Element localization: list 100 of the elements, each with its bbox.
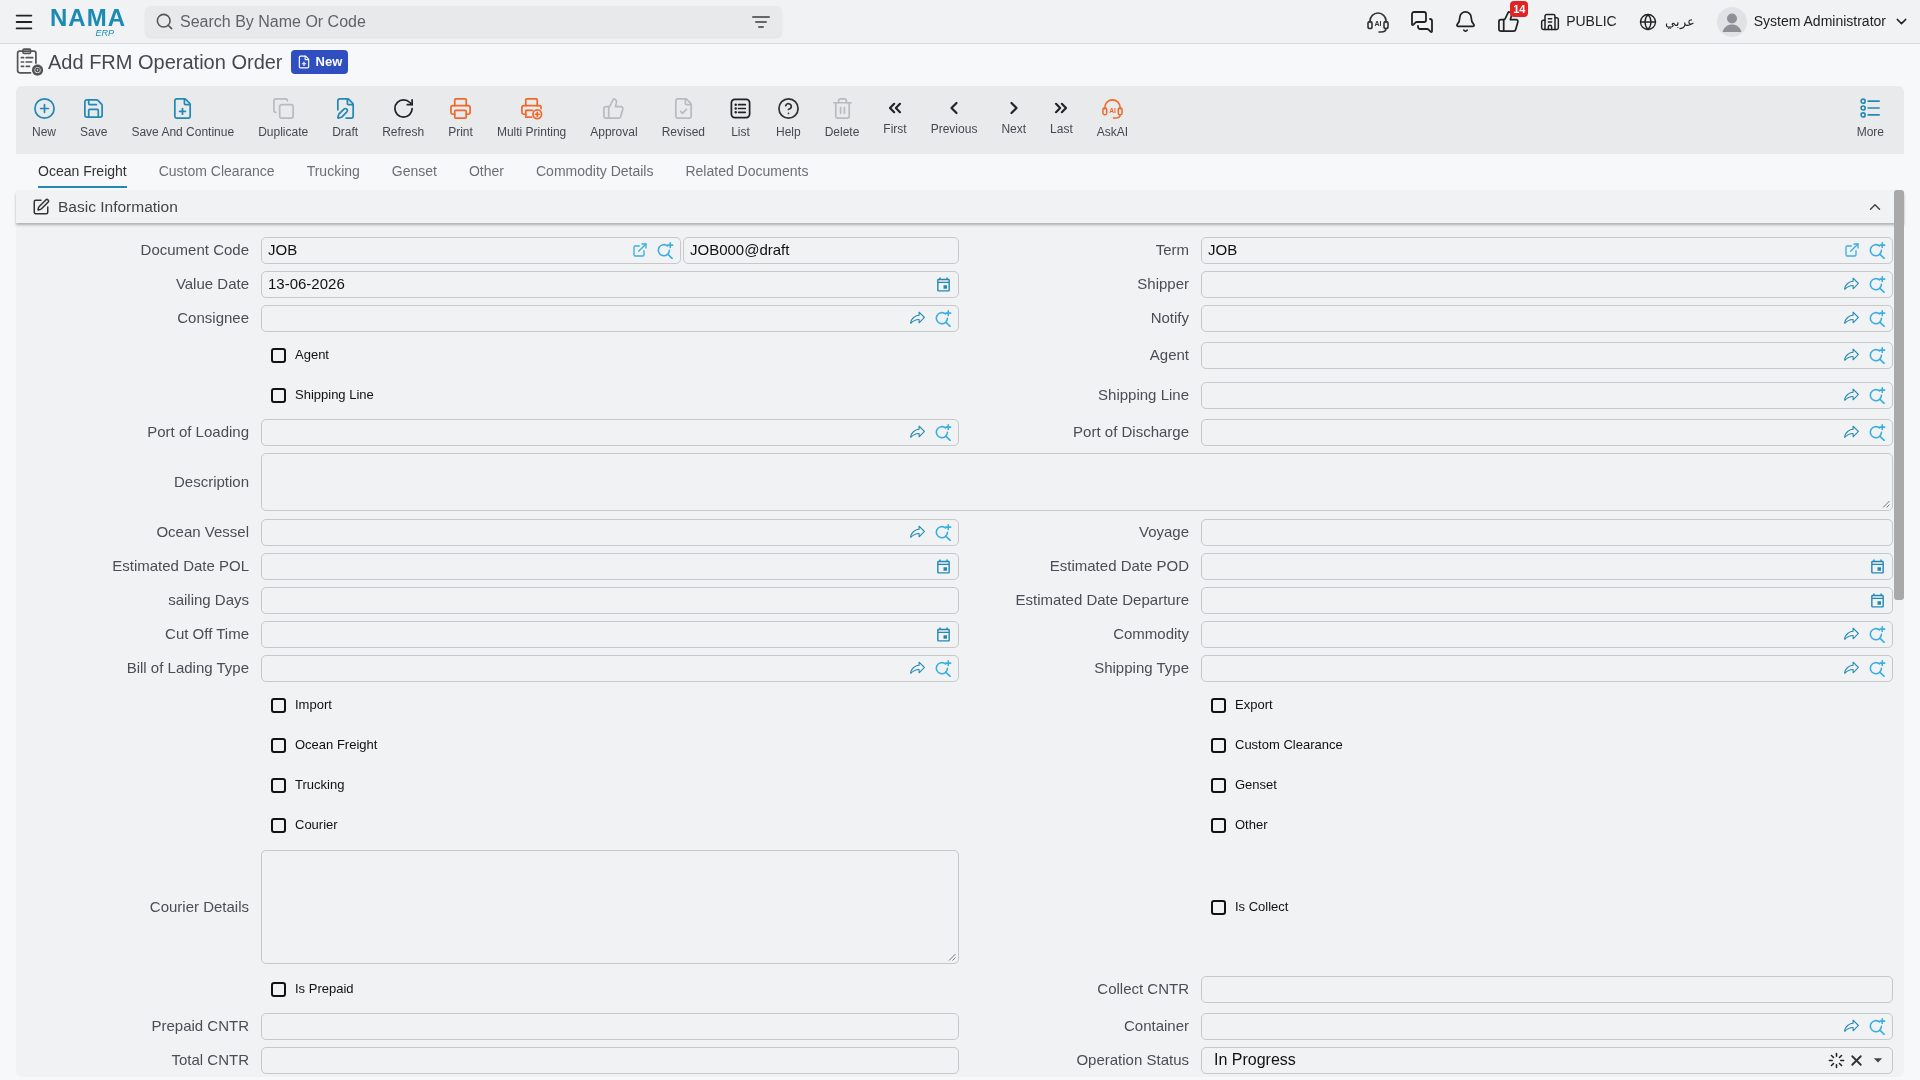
search-plus-icon[interactable] [1869, 275, 1886, 293]
bell-icon[interactable] [1454, 10, 1478, 33]
share-arrow-icon[interactable] [1843, 625, 1860, 643]
toolbar-button[interactable]: Draft [320, 86, 371, 154]
text-field[interactable] [261, 1012, 959, 1040]
toolbar-button[interactable]: Previous [918, 86, 990, 154]
date-field[interactable] [261, 620, 959, 648]
text-area[interactable] [261, 850, 959, 964]
chat-icon[interactable] [1410, 9, 1435, 34]
search-plus-icon[interactable] [935, 523, 952, 541]
lookup-field[interactable] [1201, 304, 1893, 332]
toolbar-button[interactable]: Next [989, 86, 1039, 154]
tab[interactable]: Commodity Details [536, 154, 654, 188]
tab[interactable]: Trucking [306, 154, 360, 188]
calendar-icon[interactable] [1869, 591, 1886, 609]
checkbox[interactable] [271, 347, 286, 363]
search-plus-icon[interactable] [1869, 346, 1886, 364]
filter-icon[interactable] [752, 15, 770, 28]
calendar-icon[interactable] [935, 275, 952, 293]
toolbar-button[interactable]: Help [764, 86, 813, 154]
lookup-field[interactable] [1201, 270, 1893, 298]
calendar-icon[interactable] [935, 625, 952, 643]
tab[interactable]: Related Documents [685, 154, 809, 188]
date-field[interactable]: 13-06-2026 [261, 270, 959, 298]
checkbox[interactable] [1211, 777, 1226, 793]
checkbox[interactable] [271, 697, 286, 713]
lookup-field[interactable]: JOB [1201, 236, 1893, 264]
share-arrow-icon[interactable] [909, 423, 926, 441]
tab[interactable]: Genset [391, 154, 437, 188]
toolbar-button[interactable]: More [1844, 86, 1896, 154]
checkbox[interactable] [1211, 697, 1226, 713]
search-plus-icon[interactable] [935, 309, 952, 327]
checkbox[interactable] [271, 737, 286, 753]
search-plus-icon[interactable] [1869, 625, 1886, 643]
lookup-field[interactable] [1201, 341, 1893, 369]
date-field[interactable] [1201, 586, 1893, 614]
checkbox[interactable] [271, 777, 286, 793]
search-plus-icon[interactable] [1869, 386, 1886, 404]
text-field[interactable] [261, 1046, 959, 1074]
search-plus-icon[interactable] [1869, 423, 1886, 441]
lookup-field[interactable] [261, 418, 959, 446]
lookup-field[interactable]: JOB [261, 236, 681, 264]
search-plus-icon[interactable] [1869, 659, 1886, 677]
toolbar-button[interactable]: List [717, 86, 764, 154]
search-plus-icon[interactable] [1869, 241, 1886, 259]
share-arrow-icon[interactable] [1843, 346, 1860, 364]
company-selector[interactable]: PUBLIC [1540, 11, 1617, 32]
checkbox[interactable] [271, 981, 286, 997]
toolbar-button[interactable]: Multi Printing [484, 86, 579, 154]
calendar-icon[interactable] [935, 557, 952, 575]
search-plus-icon[interactable] [935, 423, 952, 441]
text-area[interactable] [261, 453, 1893, 511]
lookup-field[interactable] [1201, 1012, 1893, 1040]
search-plus-icon[interactable] [657, 241, 674, 259]
resize-grip-icon[interactable] [948, 953, 956, 961]
share-arrow-icon[interactable] [1843, 423, 1860, 441]
checkbox[interactable] [271, 817, 286, 833]
toolbar-button[interactable]: Save And Continue [119, 86, 247, 154]
share-arrow-icon[interactable] [909, 309, 926, 327]
toolbar-button[interactable]: Refresh [370, 86, 437, 154]
share-arrow-icon[interactable] [909, 659, 926, 677]
lookup-field[interactable] [261, 518, 959, 546]
tab[interactable]: Ocean Freight [38, 154, 127, 188]
text-field[interactable] [1201, 518, 1893, 546]
search-plus-icon[interactable] [935, 659, 952, 677]
scrollbar-thumb[interactable] [1894, 190, 1904, 600]
toolbar-button[interactable]: Save [68, 86, 120, 154]
toolbar-button[interactable]: First [871, 86, 919, 154]
lookup-field[interactable] [1201, 620, 1893, 648]
text-field[interactable] [1201, 975, 1893, 1003]
search-plus-icon[interactable] [1869, 309, 1886, 327]
share-arrow-icon[interactable] [1843, 309, 1860, 327]
date-field[interactable] [1201, 552, 1893, 580]
lookup-field[interactable] [1201, 418, 1893, 446]
toolbar-button[interactable]: Last [1038, 86, 1085, 154]
lookup-field[interactable] [1201, 381, 1893, 409]
lookup-field[interactable] [261, 654, 959, 682]
search-plus-icon[interactable] [1869, 1017, 1886, 1035]
user-menu[interactable]: System Administrator [1716, 6, 1910, 37]
share-arrow-icon[interactable] [1843, 386, 1860, 404]
share-arrow-icon[interactable] [1843, 1017, 1860, 1035]
lookup-field[interactable] [1201, 654, 1893, 682]
share-arrow-icon[interactable] [1843, 275, 1860, 293]
toolbar-button[interactable]: Print [436, 86, 485, 154]
checkbox[interactable] [1211, 817, 1226, 833]
date-field[interactable] [261, 552, 959, 580]
checkbox[interactable] [271, 387, 286, 403]
select-field[interactable]: In Progress [1201, 1046, 1893, 1074]
checkbox[interactable] [1211, 899, 1226, 915]
tab[interactable]: Custom Clearance [158, 154, 275, 188]
language-button[interactable]: عربي [1638, 11, 1695, 32]
calendar-icon[interactable] [1869, 557, 1886, 575]
share-arrow-icon[interactable] [1843, 659, 1860, 677]
resize-grip-icon[interactable] [1882, 500, 1890, 508]
toolbar-button[interactable]: New [20, 86, 68, 154]
tab[interactable]: Other [468, 154, 504, 188]
external-link-icon[interactable] [632, 242, 648, 258]
checkbox[interactable] [1211, 737, 1226, 753]
text-field[interactable]: JOB000@draft [683, 236, 959, 264]
share-arrow-icon[interactable] [909, 523, 926, 541]
